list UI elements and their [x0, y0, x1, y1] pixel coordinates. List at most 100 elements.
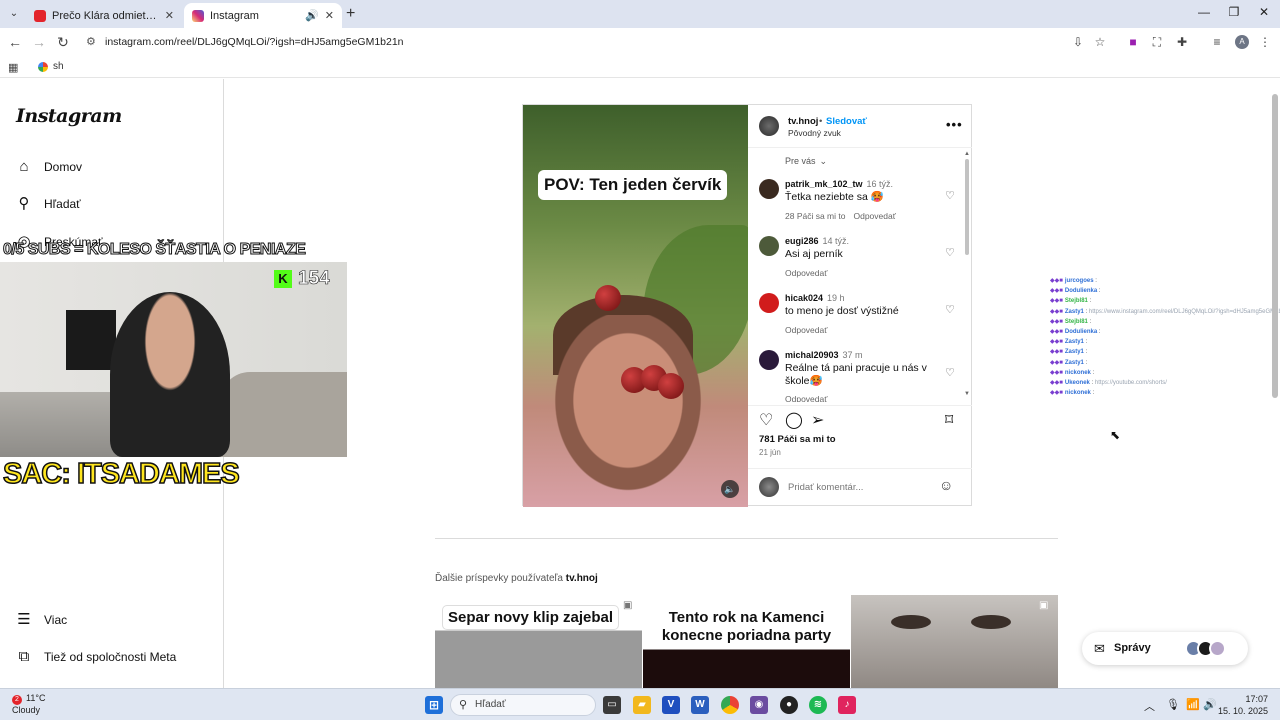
post-username[interactable]: tv.hnoj [788, 116, 818, 127]
weather-widget[interactable]: 2 11°C Cloudy [12, 693, 45, 716]
save-bookmark-icon[interactable]: ⌑ [945, 410, 953, 430]
comment-username[interactable]: michal20903 [785, 350, 839, 360]
chat-badges-icon: ◆◆■ [1050, 359, 1063, 366]
instagram-logo[interactable]: Instagram [16, 105, 122, 127]
spotify-icon[interactable]: ≋ [809, 696, 827, 714]
follow-button[interactable]: Sledovať [826, 116, 867, 127]
screenshot-extension-icon[interactable]: ⛶ [1150, 35, 1164, 49]
more-posts-heading: Ďalšie príspevky používateľa tv.hnoj [435, 573, 598, 584]
tray-chevron-icon[interactable]: ︿ [1144, 698, 1155, 714]
comment-bubble-icon[interactable]: ◯ [785, 410, 803, 430]
sidebar-item-meta[interactable]: ⧉ Tiež od spoločnosti Meta [16, 649, 177, 665]
avatar[interactable] [759, 293, 779, 313]
menu-icon: ☰ [17, 611, 31, 628]
heart-icon[interactable]: ♡ [945, 246, 955, 259]
vpn-app-icon[interactable]: V [662, 696, 680, 714]
share-send-icon[interactable]: ➢ [811, 410, 824, 430]
comments-scrollbar[interactable]: ▲ ▼ [964, 151, 970, 401]
heart-icon[interactable]: ♡ [945, 366, 955, 379]
messages-button[interactable]: ✉ Správy [1082, 632, 1248, 665]
volume-icon[interactable]: 🔊 [1203, 698, 1217, 711]
start-windows-icon[interactable]: ⊞ [425, 696, 443, 714]
comment-input[interactable]: Pridať komentár... [788, 482, 863, 493]
heart-icon[interactable]: ♡ [945, 303, 955, 316]
comment-username[interactable]: patrik_mk_102_tw [785, 179, 863, 189]
bookmark-star-icon[interactable]: ☆ [1093, 35, 1107, 49]
tab-search-icon[interactable]: ⌄ [6, 6, 22, 22]
chat-message: ◆◆■ Zasty1 : [1050, 358, 1250, 368]
extensions-puzzle-icon[interactable]: ✚ [1175, 35, 1189, 49]
likes-count[interactable]: 781 Páči sa mi to [759, 434, 836, 445]
audio-label[interactable]: Pôvodný zvuk [788, 128, 841, 138]
scroll-up-icon[interactable]: ▲ [964, 151, 970, 157]
post-thumbnail[interactable]: ▣ [851, 595, 1058, 689]
tiktok-icon[interactable]: ♪ [838, 696, 856, 714]
avatar[interactable] [759, 179, 779, 199]
address-bar[interactable]: ⚙ instagram.com/reel/DLJ6gQMqLOi/?igsh=d… [80, 31, 1120, 53]
back-button[interactable]: ← [7, 34, 23, 50]
taskbar-search[interactable]: ⚲ Hľadať [450, 694, 596, 716]
scroll-thumb[interactable] [965, 159, 969, 255]
sidebar-item-search[interactable]: ⚲ Hľadať [16, 196, 81, 212]
more-options-icon[interactable]: ••• [946, 117, 963, 132]
minimize-button[interactable]: — [1194, 5, 1214, 19]
obs-icon[interactable]: ● [780, 696, 798, 714]
microphone-icon[interactable]: 🎙 [1166, 698, 1180, 711]
post-thumbnail[interactable]: Tento rok na Kamenci konecne poriadna pa… [643, 595, 850, 689]
chat-message: ◆◆■ Zasty1 : https://www.instagram.com/re… [1050, 307, 1280, 317]
file-explorer-icon[interactable]: ▰ [633, 696, 651, 714]
sidebar-item-home[interactable]: ⌂ Domov [16, 159, 82, 175]
word-icon[interactable]: W [691, 696, 709, 714]
page-scrollbar[interactable] [1270, 82, 1280, 688]
reply-button[interactable]: Odpovedať [785, 394, 827, 402]
avatar[interactable] [759, 236, 779, 256]
reload-button[interactable]: ↻ [55, 34, 71, 51]
bookmark-item[interactable]: sh [38, 61, 64, 72]
wifi-icon[interactable]: 📶 [1186, 698, 1200, 711]
taskbar-clock[interactable]: 17:07 15. 10. 2025 [1218, 693, 1268, 717]
sidebar-item-more[interactable]: ☰ Viac [16, 612, 67, 628]
like-heart-icon[interactable]: ♡ [759, 410, 773, 430]
reply-button[interactable]: Odpovedať [853, 211, 895, 221]
site-info-icon[interactable]: ⚙ [86, 35, 96, 48]
close-tab-icon[interactable]: ✕ [165, 9, 174, 22]
scroll-down-icon[interactable]: ▼ [964, 391, 970, 397]
forward-button[interactable]: → [31, 34, 47, 50]
post-actions: ♡ ◯ ➢ ⌑ 781 Páči sa mi to 21 jún Pridať … [748, 405, 972, 505]
comment-username[interactable]: hicak024 [785, 293, 823, 303]
headset-app-icon[interactable]: ◉ [750, 696, 768, 714]
more-posts-user[interactable]: tv.hnoj [566, 573, 598, 584]
comment-likes[interactable]: 28 Páči sa mi to [785, 211, 845, 221]
avatar[interactable] [759, 116, 779, 136]
install-app-icon[interactable]: ⇩ [1071, 35, 1085, 49]
media-control-icon[interactable]: ≡ [1210, 35, 1224, 49]
restore-button[interactable]: ❐ [1224, 5, 1244, 19]
reel-video[interactable]: POV: Ten jeden červík 🔈 [523, 105, 748, 507]
reply-button[interactable]: Odpovedať [785, 268, 827, 278]
apps-grid-icon[interactable]: ▦ [8, 61, 18, 74]
close-window-button[interactable]: ✕ [1254, 5, 1274, 19]
tab-instagram[interactable]: Instagram 🔊 ✕ [184, 3, 342, 28]
chrome-icon[interactable] [721, 696, 739, 714]
task-view-icon[interactable]: ▭ [603, 696, 621, 714]
video-face [543, 315, 713, 505]
extension-icon[interactable]: ■ [1126, 35, 1140, 49]
heart-icon[interactable]: ♡ [945, 189, 955, 202]
emoji-icon[interactable]: ☺ [939, 477, 953, 493]
profile-avatar[interactable]: A [1235, 35, 1249, 49]
comment-sort[interactable]: Pre vás ⌄ [785, 156, 827, 167]
url-text[interactable]: instagram.com/reel/DLJ6gQMqLOi/?igsh=dHJ… [105, 36, 404, 48]
menu-kebab-icon[interactable]: ⋮ [1258, 35, 1272, 49]
messages-label: Správy [1114, 642, 1151, 654]
close-tab-icon[interactable]: ✕ [325, 9, 334, 22]
tab-video[interactable]: Prečo Klára odmietla Radima? ✕ [26, 3, 182, 28]
scroll-thumb[interactable] [1272, 94, 1278, 398]
comment-username[interactable]: eugi286 [785, 236, 819, 246]
speaker-icon[interactable]: 🔊 [305, 9, 319, 22]
reply-button[interactable]: Odpovedať [785, 325, 827, 335]
new-tab-button[interactable]: + [346, 5, 355, 23]
avatar[interactable] [759, 350, 779, 370]
speaker-icon[interactable]: 🔈 [721, 480, 739, 498]
post-thumbnail[interactable]: Separ novy klip zajebal ▣ [435, 595, 642, 689]
chat-separator: : [1093, 278, 1097, 284]
